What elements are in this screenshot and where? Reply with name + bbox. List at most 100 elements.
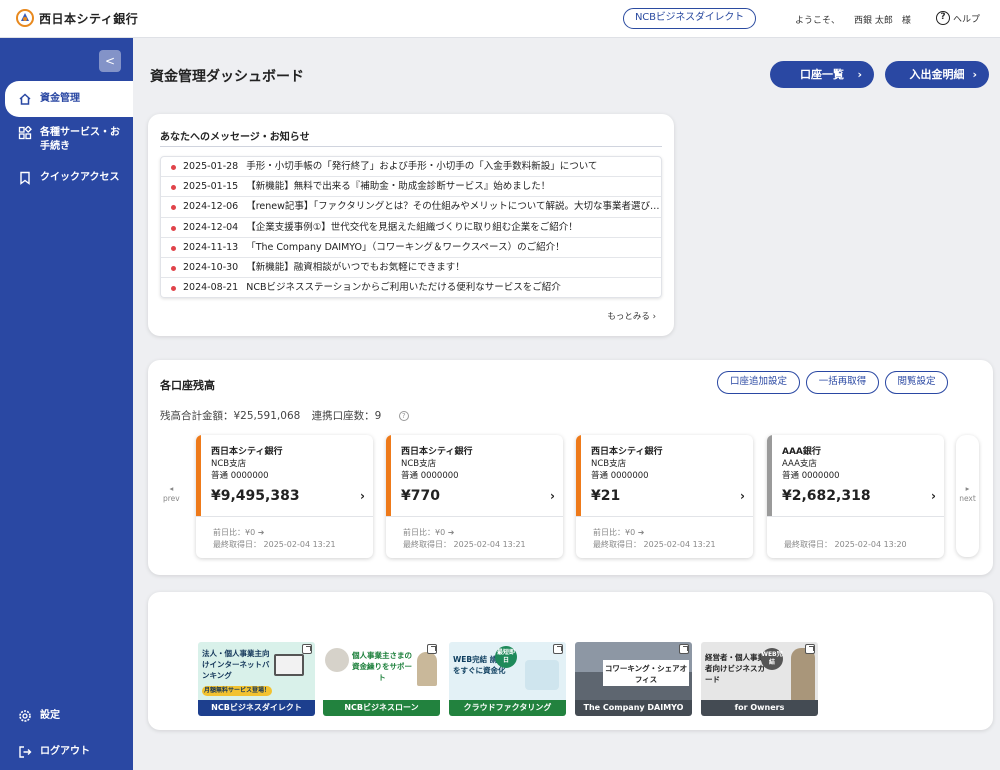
banner-image: WEB完結 請求書をすぐに資金化 最短即日	[449, 642, 566, 700]
account-card[interactable]: 西日本シティ銀行 NCB支店 普通 0000000 ¥9,495,383 › 前…	[196, 435, 373, 558]
external-link-icon	[805, 644, 815, 654]
account-amount: ¥9,495,383	[211, 488, 300, 504]
message-date: 2024-11-13	[183, 241, 239, 253]
bank-logo[interactable]: 西日本シティ銀行	[16, 9, 138, 27]
banner-label: The Company DAIMYO	[575, 700, 692, 716]
help-label: ヘルプ	[953, 14, 981, 25]
sidebar-item-services[interactable]: 各種サービス・お手続き	[0, 125, 133, 154]
banner-image: 個人事業主さまの資金繰りをサポート	[323, 642, 440, 700]
sidebar-item-logout[interactable]: ログアウト	[0, 745, 133, 759]
message-date: 2025-01-15	[183, 181, 239, 193]
ncb-business-direct-link[interactable]: NCBビジネスダイレクト	[623, 8, 756, 29]
account-bank: 西日本シティ銀行	[401, 447, 473, 457]
message-text: 手形・小切手帳の「発行終了」および手形・小切手の「入金手数料新設」について	[246, 161, 598, 172]
help-link[interactable]: ? ヘルプ	[936, 11, 980, 25]
next-pager: ▸ next	[959, 484, 976, 503]
unread-dot-icon	[171, 265, 176, 271]
sidebar-item-label: 各種サービス・お手続き	[40, 127, 120, 152]
chevron-right-icon: ›	[931, 489, 936, 503]
message-item[interactable]: 2024-12-04 【企業支援事例①】世代交代を見据えた組織づくりに取り組む企業…	[161, 218, 661, 238]
grid-icon	[18, 125, 32, 140]
total-balance-value: ¥25,591,068	[233, 410, 301, 422]
banner-ncb-business-direct[interactable]: 法人・個人事業主向けインターネットバンキング 月額無料サービス登場！ NCBビジ…	[198, 642, 315, 716]
message-item[interactable]: 2024-08-21 NCBビジネスステーションからご利用いただける便利なサービス…	[161, 278, 661, 297]
account-fetched-date: 最終取得日： 2025-02-04 13:21	[593, 540, 716, 549]
account-amount: ¥21	[591, 488, 621, 504]
question-icon[interactable]: ?	[398, 411, 409, 421]
statement-button[interactable]: 入出金明細 ›	[885, 61, 989, 88]
chevron-right-icon: ›	[550, 489, 555, 503]
account-list-button[interactable]: 口座一覧 ›	[770, 61, 874, 88]
account-day-diff: 前日比：¥0 ➜	[213, 528, 265, 537]
linked-count-label: 連携口座数：	[311, 410, 375, 422]
balance-summary: 残高合計金額：¥25,591,068 連携口座数：9 ?	[160, 408, 417, 423]
banner-the-company-daimyo[interactable]: コワーキング・シェアオフィス The Company DAIMYO	[575, 642, 692, 716]
statement-label: 入出金明細	[909, 68, 965, 81]
message-item[interactable]: 2025-01-28 手形・小切手帳の「発行終了」および手形・小切手の「入金手数料…	[161, 157, 661, 178]
message-text: 【企業支援事例①】世代交代を見据えた組織づくりに取り組む企業をご紹介！	[246, 221, 578, 233]
message-date: 2024-10-30	[183, 261, 239, 273]
person-photo	[325, 648, 349, 672]
sidebar-item-label: ログアウト	[40, 746, 90, 757]
sidebar-item-settings[interactable]: 設定	[0, 709, 133, 723]
unread-dot-icon	[171, 205, 176, 211]
account-branch: AAA支店	[782, 459, 817, 469]
message-date: 2024-08-21	[183, 282, 239, 294]
home-icon	[18, 92, 32, 106]
more-messages-link[interactable]: もっとみる ›	[607, 310, 656, 322]
account-card-header: 西日本シティ銀行 NCB支店 普通 0000000 ¥9,495,383 ›	[196, 435, 373, 516]
sidebar-item-fund-management[interactable]: 資金管理	[5, 81, 133, 117]
account-branch: NCB支店	[211, 459, 247, 469]
account-amount: ¥2,682,318	[782, 488, 871, 504]
account-card[interactable]: AAA銀行 AAA支店 普通 0000000 ¥2,682,318 › 最終取得…	[767, 435, 944, 558]
message-item[interactable]: 2024-11-13 「The Company DAIMYO」（コワーキング＆ワー…	[161, 238, 661, 258]
divider	[767, 516, 944, 517]
welcome-label: ようこそ、	[795, 16, 841, 26]
view-settings-button[interactable]: 閲覧設定	[885, 371, 948, 394]
total-balance-label: 残高合計金額：	[160, 410, 234, 422]
logout-icon	[18, 745, 32, 759]
account-number: 普通 0000000	[401, 471, 459, 481]
person-photo	[791, 648, 815, 700]
add-account-button[interactable]: 口座追加設定	[717, 371, 800, 394]
messages-title: あなたへのメッセージ・お知らせ	[160, 132, 310, 143]
message-text: 【新機能】無料で出来る『補助金・助成金診断サービス』始めました！	[246, 181, 551, 193]
next-label: next	[959, 494, 976, 503]
banner-label: NCBビジネスローン	[323, 700, 440, 716]
account-card[interactable]: 西日本シティ銀行 NCB支店 普通 0000000 ¥21 › 前日比：¥0 ➜…	[576, 435, 753, 558]
linked-count-value: 9	[374, 410, 382, 422]
messages-list: 2025-01-28 手形・小切手帳の「発行終了」および手形・小切手の「入金手数料…	[160, 156, 662, 298]
banner-cloud-factoring[interactable]: WEB完結 請求書をすぐに資金化 最短即日 クラウドファクタリング	[449, 642, 566, 716]
account-card-header: 西日本シティ銀行 NCB支店 普通 0000000 ¥21 ›	[576, 435, 753, 516]
unread-dot-icon	[171, 165, 176, 170]
banner-for-owners[interactable]: 経営者・個人事業者向けビジネスカード WEB完結 for Owners	[701, 642, 818, 716]
external-link-icon	[302, 644, 312, 654]
account-card[interactable]: 西日本シティ銀行 NCB支店 普通 0000000 ¥770 › 前日比：¥0 …	[386, 435, 563, 558]
message-text: NCBビジネスステーションからご利用いただける便利なサービスをご紹介	[246, 282, 561, 294]
account-fetched-date: 最終取得日： 2025-02-04 13:20	[784, 540, 907, 549]
banner-badge: WEB完結	[761, 648, 783, 670]
gear-icon	[18, 709, 32, 723]
account-number: 普通 0000000	[591, 471, 649, 481]
account-number: 普通 0000000	[782, 471, 840, 481]
sidebar-item-label: 設定	[40, 710, 60, 721]
banner-headline: 個人事業主さまの資金繰りをサポート	[352, 651, 412, 682]
banner-ncb-business-loan[interactable]: 個人事業主さまの資金繰りをサポート NCBビジネスローン	[323, 642, 440, 716]
sidebar-collapse-button[interactable]: <	[99, 50, 121, 72]
account-card-header: 西日本シティ銀行 NCB支店 普通 0000000 ¥770 ›	[386, 435, 563, 516]
page-title: 資金管理ダッシュボード	[150, 69, 304, 85]
message-item[interactable]: 2024-12-06 【renew記事】｢ファクタリングとは？その仕組みやメリット…	[161, 197, 661, 218]
account-balances-panel: 各口座残高 口座追加設定 一括再取得 閲覧設定 残高合計金額：¥25,591,0…	[148, 360, 993, 575]
message-item[interactable]: 2025-01-15 【新機能】無料で出来る『補助金・助成金診断サービス』始めまし…	[161, 177, 661, 198]
unread-dot-icon	[171, 185, 176, 191]
account-bank: AAA銀行	[782, 447, 821, 457]
message-text: 【新機能】融資相談がいつでもお気軽にできます！	[246, 261, 465, 273]
next-button[interactable]: ▸ next	[956, 435, 979, 557]
unread-dot-icon	[171, 245, 176, 251]
account-bank: 西日本シティ銀行	[211, 447, 283, 457]
message-item[interactable]: 2024-10-30 【新機能】融資相談がいつでもお気軽にできます！	[161, 258, 661, 279]
account-amount: ¥770	[401, 488, 440, 504]
prev-button[interactable]: ◂ prev	[163, 484, 180, 504]
sidebar-item-quick-access[interactable]: クイックアクセス	[0, 171, 133, 185]
refresh-all-button[interactable]: 一括再取得	[806, 371, 879, 394]
